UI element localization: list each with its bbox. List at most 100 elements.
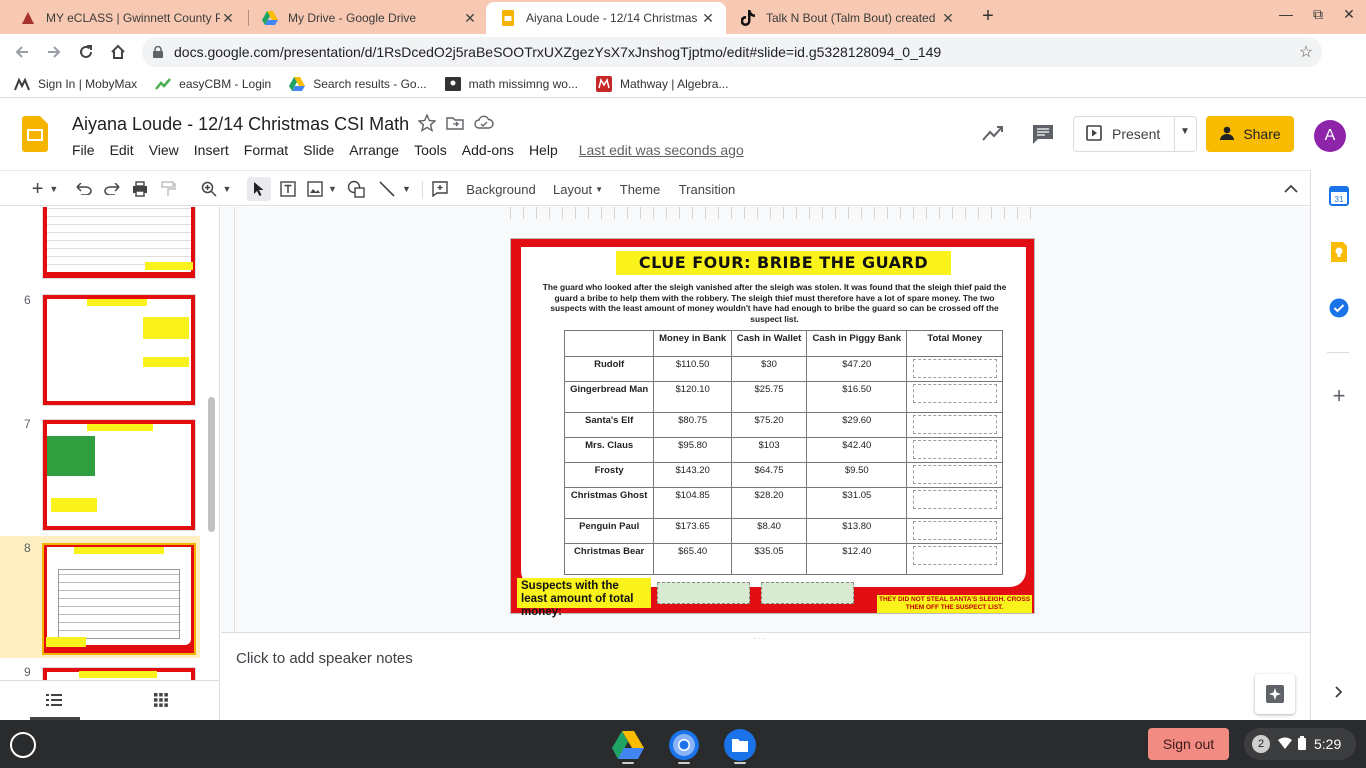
menu-file[interactable]: File bbox=[72, 142, 95, 158]
current-slide[interactable]: CLUE FOUR: BRIBE THE GUARD The guard who… bbox=[510, 238, 1035, 618]
launcher-icon[interactable] bbox=[10, 732, 36, 758]
lock-icon[interactable] bbox=[142, 46, 174, 58]
avatar[interactable]: A bbox=[1314, 120, 1346, 152]
transition-button[interactable]: Transition bbox=[674, 177, 740, 201]
zoom-button[interactable]: ▼ bbox=[196, 177, 236, 201]
grid-view-icon[interactable] bbox=[154, 693, 168, 710]
total-money-input[interactable] bbox=[912, 415, 997, 434]
google-drive-icon[interactable] bbox=[611, 728, 645, 762]
close-icon[interactable]: ✕ bbox=[462, 10, 478, 27]
menu-view[interactable]: View bbox=[149, 142, 179, 158]
explore-button[interactable] bbox=[1255, 674, 1295, 714]
slide-thumbnail-9[interactable] bbox=[42, 667, 196, 680]
slide-thumbnail-6[interactable] bbox=[42, 294, 196, 406]
home-icon[interactable] bbox=[106, 40, 130, 64]
total-money-input[interactable] bbox=[912, 384, 997, 403]
tasks-icon[interactable] bbox=[1329, 298, 1349, 318]
browser-tab-slides[interactable]: Aiyana Loude - 12/14 Christmas ✕ bbox=[486, 2, 726, 34]
menu-help[interactable]: Help bbox=[529, 142, 558, 158]
chevron-right-icon[interactable] bbox=[1329, 682, 1349, 702]
reload-icon[interactable] bbox=[74, 40, 98, 64]
close-icon[interactable]: ✕ bbox=[700, 10, 716, 27]
close-icon[interactable]: ✕ bbox=[220, 10, 236, 27]
new-tab-icon[interactable]: + bbox=[976, 4, 1000, 28]
keep-icon[interactable] bbox=[1329, 242, 1349, 262]
redo-icon[interactable] bbox=[102, 177, 122, 201]
forward-icon[interactable] bbox=[42, 40, 66, 64]
bookmark-search-results[interactable]: Search results - Go... bbox=[289, 76, 427, 92]
filmstrip-scrollbar[interactable] bbox=[208, 397, 215, 532]
total-money-input[interactable] bbox=[912, 490, 997, 509]
browser-tab-eclass[interactable]: MY eCLASS | Gwinnett County P ✕ bbox=[6, 2, 246, 34]
new-slide-button[interactable]: + ▼ bbox=[24, 177, 66, 201]
shape-icon[interactable] bbox=[345, 177, 367, 201]
slide-thumbnail-7[interactable] bbox=[42, 419, 196, 531]
files-icon[interactable] bbox=[723, 728, 757, 762]
add-comment-icon[interactable] bbox=[429, 177, 451, 201]
bookmark-easycbm[interactable]: easyCBM - Login bbox=[155, 76, 271, 92]
menu-arrange[interactable]: Arrange bbox=[349, 142, 399, 158]
present-dropdown-icon[interactable]: ▼ bbox=[1180, 126, 1190, 137]
restore-icon[interactable]: ⧉ bbox=[1303, 6, 1333, 23]
background-button[interactable]: Background bbox=[462, 177, 540, 201]
slide-thumbnail-8[interactable] bbox=[42, 543, 196, 655]
money-table[interactable]: Money in Bank Cash in Wallet Cash in Pig… bbox=[563, 330, 1003, 575]
collapse-toolbar-icon[interactable] bbox=[1280, 177, 1302, 201]
slide-thumbnail-5[interactable] bbox=[42, 207, 196, 279]
close-icon[interactable]: ✕ bbox=[940, 10, 956, 27]
total-money-input[interactable] bbox=[912, 521, 997, 540]
chrome-icon[interactable] bbox=[667, 728, 701, 762]
slide-title[interactable]: CLUE FOUR: BRIBE THE GUARD bbox=[616, 251, 951, 275]
slides-logo-icon[interactable] bbox=[22, 116, 48, 155]
bookmark-mathway[interactable]: Mathway | Algebra... bbox=[595, 75, 728, 92]
last-edit-link[interactable]: Last edit was seconds ago bbox=[579, 142, 744, 158]
cloud-saved-icon[interactable] bbox=[474, 114, 494, 135]
browser-tab-drive[interactable]: My Drive - Google Drive ✕ bbox=[248, 2, 488, 34]
line-button[interactable]: ▼ bbox=[375, 177, 415, 201]
menu-insert[interactable]: Insert bbox=[194, 142, 229, 158]
calendar-icon[interactable]: 31 bbox=[1329, 186, 1349, 206]
comments-icon[interactable] bbox=[1032, 124, 1054, 147]
activity-trend-icon[interactable] bbox=[982, 124, 1004, 145]
print-icon[interactable] bbox=[130, 177, 150, 201]
theme-button[interactable]: Theme bbox=[616, 177, 664, 201]
document-title[interactable]: Aiyana Loude - 12/14 Christmas CSI Math bbox=[72, 114, 409, 135]
bookmark-mobymax[interactable]: Sign In | MobyMax bbox=[14, 76, 137, 92]
speaker-notes[interactable]: Click to add speaker notes bbox=[221, 640, 1310, 720]
suspects-label[interactable]: Suspects with the least amount of total … bbox=[517, 578, 651, 618]
text-box-icon[interactable] bbox=[277, 177, 299, 201]
total-money-input[interactable] bbox=[912, 359, 997, 378]
suspect-answer-box-1[interactable] bbox=[657, 582, 750, 604]
menu-slide[interactable]: Slide bbox=[303, 142, 334, 158]
sign-out-button[interactable]: Sign out bbox=[1148, 728, 1229, 760]
slide-paragraph[interactable]: The guard who looked after the sleigh va… bbox=[537, 282, 1012, 324]
select-cursor-icon[interactable] bbox=[247, 177, 271, 201]
menu-tools[interactable]: Tools bbox=[414, 142, 447, 158]
system-tray[interactable]: 2 5:29 bbox=[1244, 728, 1356, 760]
menu-edit[interactable]: Edit bbox=[110, 142, 134, 158]
total-money-input[interactable] bbox=[912, 546, 997, 565]
back-icon[interactable] bbox=[10, 40, 34, 64]
paint-format-icon[interactable] bbox=[158, 177, 178, 201]
layout-button[interactable]: Layout ▼ bbox=[550, 177, 606, 201]
move-folder-icon[interactable] bbox=[446, 114, 464, 135]
speaker-notes-placeholder[interactable]: Click to add speaker notes bbox=[236, 650, 413, 667]
omnibox[interactable]: docs.google.com/presentation/d/1RsDcedO2… bbox=[142, 37, 1322, 67]
star-icon[interactable] bbox=[417, 113, 437, 135]
list-view-icon[interactable] bbox=[46, 693, 62, 710]
bookmark-star-icon[interactable]: ☆ bbox=[1290, 42, 1322, 62]
warning-label[interactable]: THEY DID NOT STEAL SANTA'S SLEIGH. CROSS… bbox=[877, 595, 1032, 613]
notes-resize-handle[interactable]: ··· bbox=[221, 632, 1310, 643]
present-button[interactable]: Present ▼ bbox=[1073, 116, 1197, 152]
total-money-input[interactable] bbox=[912, 440, 997, 459]
share-button[interactable]: Share bbox=[1206, 116, 1294, 152]
undo-icon[interactable] bbox=[74, 177, 94, 201]
total-money-input[interactable] bbox=[912, 465, 997, 484]
suspect-answer-box-2[interactable] bbox=[761, 582, 854, 604]
bookmark-math-missing[interactable]: math missimng wo... bbox=[444, 76, 578, 92]
browser-tab-tiktok[interactable]: Talk N Bout (Talm Bout) created ✕ bbox=[726, 2, 966, 34]
menu-addons[interactable]: Add-ons bbox=[462, 142, 514, 158]
close-window-icon[interactable]: ✕ bbox=[1334, 6, 1364, 23]
insert-image-button[interactable]: ▼ bbox=[305, 177, 339, 201]
minimize-icon[interactable]: — bbox=[1271, 6, 1301, 22]
